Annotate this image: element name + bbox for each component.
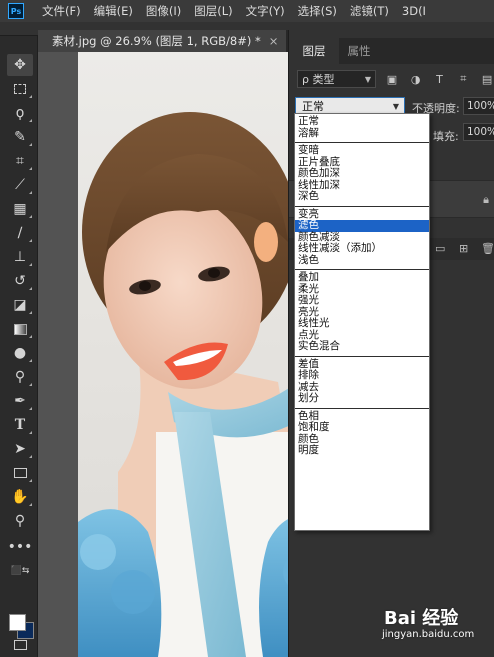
type-filter-icon[interactable]: T: [432, 73, 448, 86]
blend-mode-option[interactable]: 变暗: [295, 144, 429, 157]
blend-mode-option[interactable]: 排除: [295, 369, 429, 382]
path-select-tool-icon[interactable]: ➤: [7, 438, 33, 460]
toolbar: ✥ ϙ ✎ ⌗ ⟋ ▦ ∕ ⊥ ↺ ◪ ● ⚲ ✒ T ➤ ✋ ⚲ ••• ⬛⇆: [0, 36, 38, 657]
blend-mode-option[interactable]: 明度: [295, 444, 429, 457]
lock-icon: 🔒︎: [483, 193, 489, 206]
foreground-color-swatch[interactable]: [9, 614, 26, 631]
crop-tool-icon[interactable]: ⌗: [7, 150, 33, 172]
layer-filter-select[interactable]: ρ 类型 ▼: [297, 70, 377, 88]
blend-mode-value: 正常: [302, 100, 324, 113]
brush-tool-icon[interactable]: ∕: [7, 222, 33, 244]
delete-layer-icon[interactable]: 🗑︎: [481, 242, 494, 255]
watermark-brand: Bai 经验: [384, 608, 459, 629]
blend-mode-option[interactable]: 饱和度: [295, 421, 429, 434]
eyedropper-tool-icon[interactable]: ⟋: [7, 174, 33, 196]
type-tool-icon[interactable]: T: [7, 414, 33, 436]
dodge-tool-icon[interactable]: ⚲: [7, 366, 33, 388]
menu-file[interactable]: 文件(F): [42, 3, 81, 19]
filter-label: ρ 类型: [302, 73, 335, 86]
document-tabs: 素材.jpg @ 26.9% (图层 1, RGB/8#) * ×: [38, 30, 288, 52]
blend-mode-group: 变暗 正片叠底 颜色加深 线性加深 深色: [295, 143, 429, 207]
blend-mode-option[interactable]: 浅色: [295, 254, 429, 267]
document-tab-title: 素材.jpg @ 26.9% (图层 1, RGB/8#) *: [52, 34, 261, 48]
photoshop-logo-icon: Ps: [8, 3, 24, 19]
menu-bar: Ps 文件(F) 编辑(E) 图像(I) 图层(L) 文字(Y) 选择(S) 滤…: [0, 0, 494, 22]
menu-type[interactable]: 文字(Y): [246, 3, 285, 19]
chevron-down-icon: ▼: [392, 101, 399, 111]
blend-mode-option[interactable]: 深色: [295, 190, 429, 203]
zoom-tool-icon[interactable]: ⚲: [7, 510, 33, 532]
screen-mode-icon[interactable]: [7, 634, 33, 656]
blend-mode-dropdown: 正常 溶解 变暗 正片叠底 颜色加深 线性加深 深色 变亮 滤色 颜色减淡 线性减淡（添加） 浅色 叠加…: [294, 113, 430, 531]
menu-filter[interactable]: 滤镜(T): [350, 3, 389, 19]
opacity-input[interactable]: 100%: [463, 97, 494, 115]
image-filter-icon[interactable]: ▣: [384, 73, 400, 86]
blend-mode-option[interactable]: 滤色: [295, 219, 429, 232]
blend-mode-option[interactable]: 颜色加深: [295, 167, 429, 180]
baidu-watermark: Bai 经验 jingyan.baidu.com: [380, 604, 490, 648]
menu-edit[interactable]: 编辑(E): [94, 3, 133, 19]
shape-filter-icon[interactable]: ⌗: [455, 72, 471, 86]
layer-filter-row: ρ 类型 ▼ ▣ ◑ T ⌗ ▤: [289, 66, 494, 92]
history-brush-tool-icon[interactable]: ↺: [7, 270, 33, 292]
blend-mode-group: 正常 溶解: [295, 114, 429, 143]
blend-mode-option[interactable]: 正常: [295, 115, 429, 128]
default-colors-icon[interactable]: ⬛⇆: [7, 560, 33, 582]
new-group-icon[interactable]: ▭: [435, 242, 445, 255]
new-layer-icon[interactable]: ⊞: [459, 242, 468, 255]
chevron-down-icon: ▼: [364, 74, 372, 84]
tab-properties[interactable]: 属性: [339, 38, 379, 64]
blend-mode-group: 色相 饱和度 颜色 明度: [295, 409, 429, 460]
pen-tool-icon[interactable]: ✒: [7, 390, 33, 412]
canvas[interactable]: [38, 52, 288, 657]
rectangle-tool-icon[interactable]: [7, 462, 33, 484]
blend-mode-group: 差值 排除 减去 划分: [295, 357, 429, 409]
clone-stamp-tool-icon[interactable]: ⊥: [7, 246, 33, 268]
quick-select-tool-icon[interactable]: ✎: [7, 126, 33, 148]
fill-label: 填充:: [433, 130, 459, 143]
menu-3d[interactable]: 3D(I: [402, 4, 426, 18]
blend-mode-option[interactable]: 强光: [295, 294, 429, 307]
watermark-url: jingyan.baidu.com: [382, 629, 475, 640]
portrait-photo: [78, 52, 288, 657]
menu-select[interactable]: 选择(S): [298, 3, 337, 19]
panel-tabs: 图层 属性: [289, 38, 494, 64]
blur-tool-icon[interactable]: ●: [7, 342, 33, 364]
blend-mode-option[interactable]: 线性光: [295, 317, 429, 330]
tab-layers[interactable]: 图层: [289, 38, 339, 64]
blend-mode-group: 叠加 柔光 强光 亮光 线性光 点光 实色混合: [295, 270, 429, 357]
gradient-tool-icon[interactable]: [7, 318, 33, 340]
smart-object-filter-icon[interactable]: ▤: [479, 73, 494, 86]
blend-mode-option[interactable]: 溶解: [295, 127, 429, 140]
menu-layer[interactable]: 图层(L): [194, 3, 232, 19]
more-tools-icon[interactable]: •••: [7, 536, 33, 558]
eraser-tool-icon[interactable]: ◪: [7, 294, 33, 316]
healing-brush-tool-icon[interactable]: ▦: [7, 198, 33, 220]
blend-mode-option[interactable]: 线性减淡（添加）: [295, 242, 429, 255]
fill-input[interactable]: 100%: [463, 123, 494, 141]
adjustment-filter-icon[interactable]: ◑: [408, 73, 424, 86]
marquee-tool-icon[interactable]: [7, 78, 33, 100]
move-tool-icon[interactable]: ✥: [7, 54, 33, 76]
blend-mode-option[interactable]: 实色混合: [295, 340, 429, 353]
close-icon[interactable]: ×: [269, 34, 279, 48]
menu-image[interactable]: 图像(I): [146, 3, 181, 19]
hand-tool-icon[interactable]: ✋: [7, 486, 33, 508]
blend-mode-group: 变亮 滤色 颜色减淡 线性减淡（添加） 浅色: [295, 207, 429, 270]
blend-mode-option[interactable]: 叠加: [295, 271, 429, 284]
document-tab[interactable]: 素材.jpg @ 26.9% (图层 1, RGB/8#) * ×: [38, 30, 286, 52]
lasso-tool-icon[interactable]: ϙ: [7, 102, 33, 124]
blend-mode-option[interactable]: 划分: [295, 392, 429, 405]
